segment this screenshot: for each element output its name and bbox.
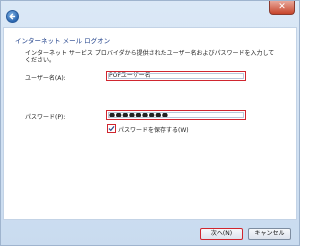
username-input[interactable]: POFユーザー名 bbox=[106, 71, 246, 81]
back-arrow-icon bbox=[9, 13, 16, 20]
instruction-text: インターネット サービス プロバイダから提供されたユーザー名およびパスワードを入… bbox=[25, 50, 275, 64]
logon-dialog-window: ✕ インターネット メール ログオン インターネット サービス プロバイダから提… bbox=[0, 0, 300, 246]
remember-password-label: パスワードを保存する(W) bbox=[118, 127, 189, 134]
username-label: ユーザー名(A): bbox=[25, 75, 66, 82]
dialog-footer: 次へ(N) キャンセル bbox=[1, 220, 299, 245]
remember-password-checkbox[interactable] bbox=[107, 124, 116, 133]
cancel-button[interactable]: キャンセル bbox=[248, 228, 291, 240]
password-input[interactable]: ●●●●●●●●● bbox=[106, 110, 246, 120]
close-icon: ✕ bbox=[278, 2, 286, 12]
next-button[interactable]: 次へ(N) bbox=[200, 228, 243, 240]
page-title: インターネット メール ログオン bbox=[15, 37, 111, 45]
checkmark-icon bbox=[108, 126, 115, 132]
password-label: パスワード(P): bbox=[25, 114, 66, 121]
close-button[interactable]: ✕ bbox=[269, 1, 295, 15]
title-bar: ✕ bbox=[1, 1, 299, 27]
content-panel: インターネット メール ログオン インターネット サービス プロバイダから提供さ… bbox=[3, 27, 297, 220]
back-button[interactable] bbox=[6, 10, 19, 23]
